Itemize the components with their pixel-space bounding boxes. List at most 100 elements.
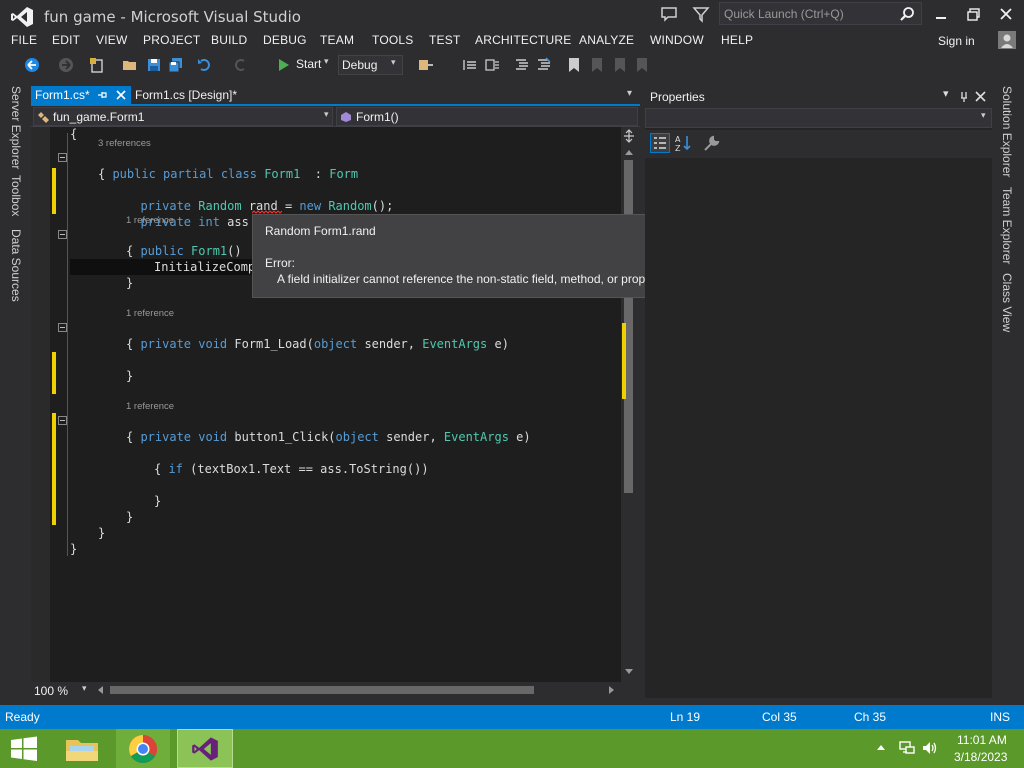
quick-launch[interactable]: [719, 2, 922, 25]
status-char: Ch 35: [854, 710, 887, 724]
menu-help[interactable]: HELP: [721, 33, 753, 47]
scroll-down-icon[interactable]: [624, 668, 634, 676]
data-sources-tab[interactable]: Data Sources: [9, 229, 23, 302]
network-icon[interactable]: [898, 740, 916, 756]
tab-form1-cs[interactable]: Form1.cs*: [31, 86, 131, 105]
code-line: {: [98, 167, 106, 181]
categorized-icon[interactable]: [650, 133, 670, 153]
menu-view[interactable]: VIEW: [96, 33, 127, 47]
menu-team[interactable]: TEAM: [320, 33, 354, 47]
split-handle-icon[interactable]: [623, 129, 635, 143]
tab-label: Form1.cs [Design]*: [135, 88, 238, 102]
code-line: }: [70, 542, 78, 556]
codelens-references[interactable]: 1 reference: [126, 215, 174, 226]
file-explorer-icon[interactable]: [56, 729, 108, 768]
save-icon[interactable]: [146, 57, 162, 73]
navigation-bar: fun_game.Form1 ▾ Form1(): [31, 106, 640, 127]
user-avatar-icon[interactable]: [998, 31, 1016, 49]
save-all-icon[interactable]: [168, 57, 184, 73]
minimize-button[interactable]: [928, 4, 954, 24]
menu-tools[interactable]: TOOLS: [372, 33, 413, 47]
server-explorer-tab[interactable]: Server Explorer: [9, 86, 23, 169]
menu-build[interactable]: BUILD: [211, 33, 247, 47]
close-button[interactable]: [993, 4, 1019, 24]
collapse-toggle[interactable]: [58, 230, 67, 239]
start-label: Start: [296, 57, 322, 71]
code-line: public partial class Form1 : Form: [112, 167, 359, 181]
scroll-left-icon[interactable]: [96, 685, 104, 695]
menu-project[interactable]: PROJECT: [143, 33, 200, 47]
menu-debug[interactable]: DEBUG: [263, 33, 307, 47]
feedback-icon[interactable]: [660, 5, 678, 23]
menu-edit[interactable]: EDIT: [52, 33, 80, 47]
clock-date[interactable]: 3/18/2023: [954, 750, 1007, 764]
menu-analyze[interactable]: ANALYZE: [579, 33, 634, 47]
step-into-icon[interactable]: [462, 57, 478, 73]
open-folder-icon[interactable]: [122, 57, 138, 73]
team-explorer-tab[interactable]: Team Explorer: [1000, 187, 1014, 264]
navigate-forward-icon[interactable]: [58, 57, 74, 73]
menu-window[interactable]: WINDOW: [650, 33, 704, 47]
undo-icon[interactable]: [197, 57, 213, 73]
member-combo[interactable]: Form1(): [336, 107, 638, 126]
attach-process-icon[interactable]: [418, 57, 434, 73]
scroll-up-icon[interactable]: [624, 148, 634, 156]
search-icon[interactable]: [899, 6, 915, 22]
taskbar-visual-studio-button[interactable]: [177, 729, 233, 768]
filter-icon[interactable]: [692, 5, 710, 23]
zoom-level[interactable]: 100 %: [34, 684, 68, 698]
collapse-toggle[interactable]: [58, 323, 67, 332]
restore-button[interactable]: [961, 4, 987, 24]
code-line: {: [154, 462, 162, 476]
redo-icon[interactable]: [232, 57, 248, 73]
bookmark-icon[interactable]: [566, 57, 582, 73]
uncomment-icon[interactable]: [536, 57, 552, 73]
menu-architecture[interactable]: ARCHITECTURE: [475, 33, 571, 47]
close-tab-icon[interactable]: [115, 89, 127, 101]
change-bar: [52, 168, 56, 214]
code-line: {: [70, 127, 78, 141]
start-dropdown-icon[interactable]: ▾: [324, 56, 329, 67]
code-line: {: [126, 337, 134, 351]
horizontal-scroll-thumb[interactable]: [110, 686, 534, 694]
chevron-down-icon: ▾: [324, 109, 329, 119]
clear-bookmarks-icon[interactable]: [634, 57, 650, 73]
solution-configuration-select[interactable]: Debug ▾: [338, 55, 403, 75]
windows-start-icon[interactable]: [0, 729, 48, 768]
panel-dropdown-icon[interactable]: ▾: [943, 87, 949, 100]
collapse-toggle[interactable]: [58, 416, 67, 425]
alphabetical-sort-icon[interactable]: A Z: [674, 134, 692, 152]
property-pages-icon[interactable]: [703, 135, 720, 152]
menu-file[interactable]: FILE: [11, 33, 37, 47]
collapse-toggle[interactable]: [58, 153, 67, 162]
menu-test[interactable]: TEST: [429, 33, 460, 47]
pin-icon[interactable]: [959, 91, 969, 103]
codelens-references[interactable]: 1 reference: [126, 308, 174, 319]
properties-object-select[interactable]: ▾: [645, 108, 992, 128]
pin-icon[interactable]: [97, 90, 108, 101]
close-panel-icon[interactable]: [975, 91, 986, 102]
clock-time[interactable]: 11:01 AM: [957, 733, 1007, 747]
toolbox-tab[interactable]: Toolbox: [9, 175, 23, 216]
show-hidden-icons-icon[interactable]: [876, 743, 886, 751]
comment-out-icon[interactable]: [514, 57, 530, 73]
class-view-tab[interactable]: Class View: [1000, 273, 1014, 332]
code-line: private void button1_Click(object sender…: [140, 430, 531, 444]
code-line: }: [126, 369, 134, 383]
codelens-references[interactable]: 3 references: [98, 138, 151, 149]
solution-explorer-tab[interactable]: Solution Explorer: [1000, 86, 1014, 177]
class-combo[interactable]: fun_game.Form1 ▾: [33, 107, 333, 126]
next-bookmark-icon[interactable]: [612, 57, 628, 73]
codelens-references[interactable]: 1 reference: [126, 401, 174, 412]
new-project-icon[interactable]: [89, 57, 105, 73]
quick-launch-input[interactable]: [724, 6, 894, 22]
navigate-back-icon[interactable]: [24, 57, 40, 73]
step-over-icon[interactable]: [484, 57, 500, 73]
taskbar-chrome-button[interactable]: [116, 729, 170, 768]
zoom-dropdown-icon[interactable]: ▾: [82, 684, 87, 694]
volume-icon[interactable]: [921, 740, 939, 756]
prev-bookmark-icon[interactable]: [589, 57, 605, 73]
sign-in-link[interactable]: Sign in: [938, 34, 975, 48]
scroll-right-icon[interactable]: [608, 685, 616, 695]
tab-overflow-dropdown-icon[interactable]: ▾: [627, 88, 632, 99]
